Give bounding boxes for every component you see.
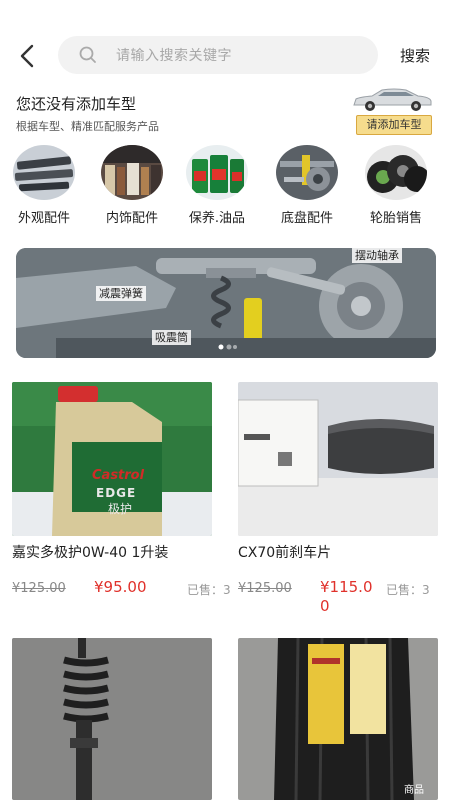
product-image-tire — [238, 638, 438, 800]
category-label: 轮胎销售 — [369, 211, 422, 226]
suspension-illustration — [16, 248, 436, 358]
product-name: 嘉实多极护0W-40 1升装 — [12, 545, 169, 561]
carousel-dots — [218, 344, 238, 350]
product-card[interactable]: Castrol EDGE 极护 嘉实多极护0W-40 1升装 ¥125.00 ¥… — [12, 382, 231, 612]
vehicle-subtitle: 根据车型、精准匹配服务产品 — [16, 120, 159, 133]
banner-label: 摆动轴承 — [352, 248, 402, 263]
product-sold-count: 已售：3 — [386, 583, 430, 597]
exterior-parts-icon — [13, 145, 75, 200]
category-interior[interactable]: 内饰配件 — [90, 145, 174, 230]
product-image-text: Castrol — [92, 468, 145, 483]
interior-parts-icon — [101, 145, 163, 200]
category-label: 保养.油品 — [188, 211, 246, 226]
top-bar: 请输入搜索关键字 搜索 — [0, 36, 450, 76]
vehicle-title: 您还没有添加车型 — [16, 95, 137, 113]
product-price: ¥115.0 0 — [320, 578, 373, 616]
category-exterior[interactable]: 外观配件 — [2, 145, 86, 230]
category-row: 外观配件 内饰配件 保养.油品 底盘配件 轮胎销售 — [0, 145, 450, 230]
product-price-line: 0 — [320, 597, 330, 615]
search-input[interactable]: 请输入搜索关键字 — [58, 36, 378, 74]
category-oil[interactable]: 保养.油品 — [175, 145, 259, 230]
product-image-brake-pads — [238, 382, 438, 536]
product-name: CX70前刹车片 — [238, 545, 332, 561]
category-label: 底盘配件 — [280, 211, 333, 226]
product-image-oil: Castrol EDGE 极护 — [12, 382, 212, 536]
footer-tag: 商品 — [404, 785, 424, 796]
promo-banner[interactable]: 摆动轴承 减震弹簧 吸震筒 — [16, 248, 436, 358]
product-card[interactable]: CX70前刹车片 ¥125.00 ¥115.0 0 已售：3 — [238, 382, 438, 617]
product-price-line: ¥115.0 — [320, 578, 373, 596]
category-label: 外观配件 — [17, 211, 70, 226]
tire-icon — [365, 145, 427, 200]
chassis-parts-icon — [276, 145, 338, 200]
product-original-price: ¥125.00 — [12, 581, 66, 596]
category-tires[interactable]: 轮胎销售 — [354, 145, 438, 230]
category-label: 内饰配件 — [105, 211, 158, 226]
product-image-text: 极护 — [108, 502, 133, 516]
banner-label: 吸震筒 — [152, 330, 191, 345]
product-original-price: ¥125.00 — [238, 581, 292, 596]
search-placeholder: 请输入搜索关键字 — [116, 48, 232, 64]
banner-label: 减震弹簧 — [96, 286, 146, 301]
search-button[interactable]: 搜索 — [400, 45, 430, 66]
back-arrow-icon[interactable] — [14, 42, 42, 70]
add-vehicle-button[interactable]: 请添加车型 — [356, 115, 432, 135]
product-card[interactable] — [12, 638, 212, 800]
oil-maintenance-icon — [186, 145, 248, 200]
search-icon — [78, 45, 98, 65]
car-icon — [350, 86, 434, 112]
vehicle-notice: 您还没有添加车型 根据车型、精准匹配服务产品 请添加车型 — [0, 86, 450, 138]
product-price: ¥95.00 — [94, 578, 147, 596]
category-chassis[interactable]: 底盘配件 — [265, 145, 349, 230]
product-image-shock-absorber — [12, 638, 212, 800]
product-card[interactable] — [238, 638, 438, 800]
product-sold-count: 已售：3 — [187, 583, 231, 597]
product-image-text: EDGE — [96, 486, 137, 500]
